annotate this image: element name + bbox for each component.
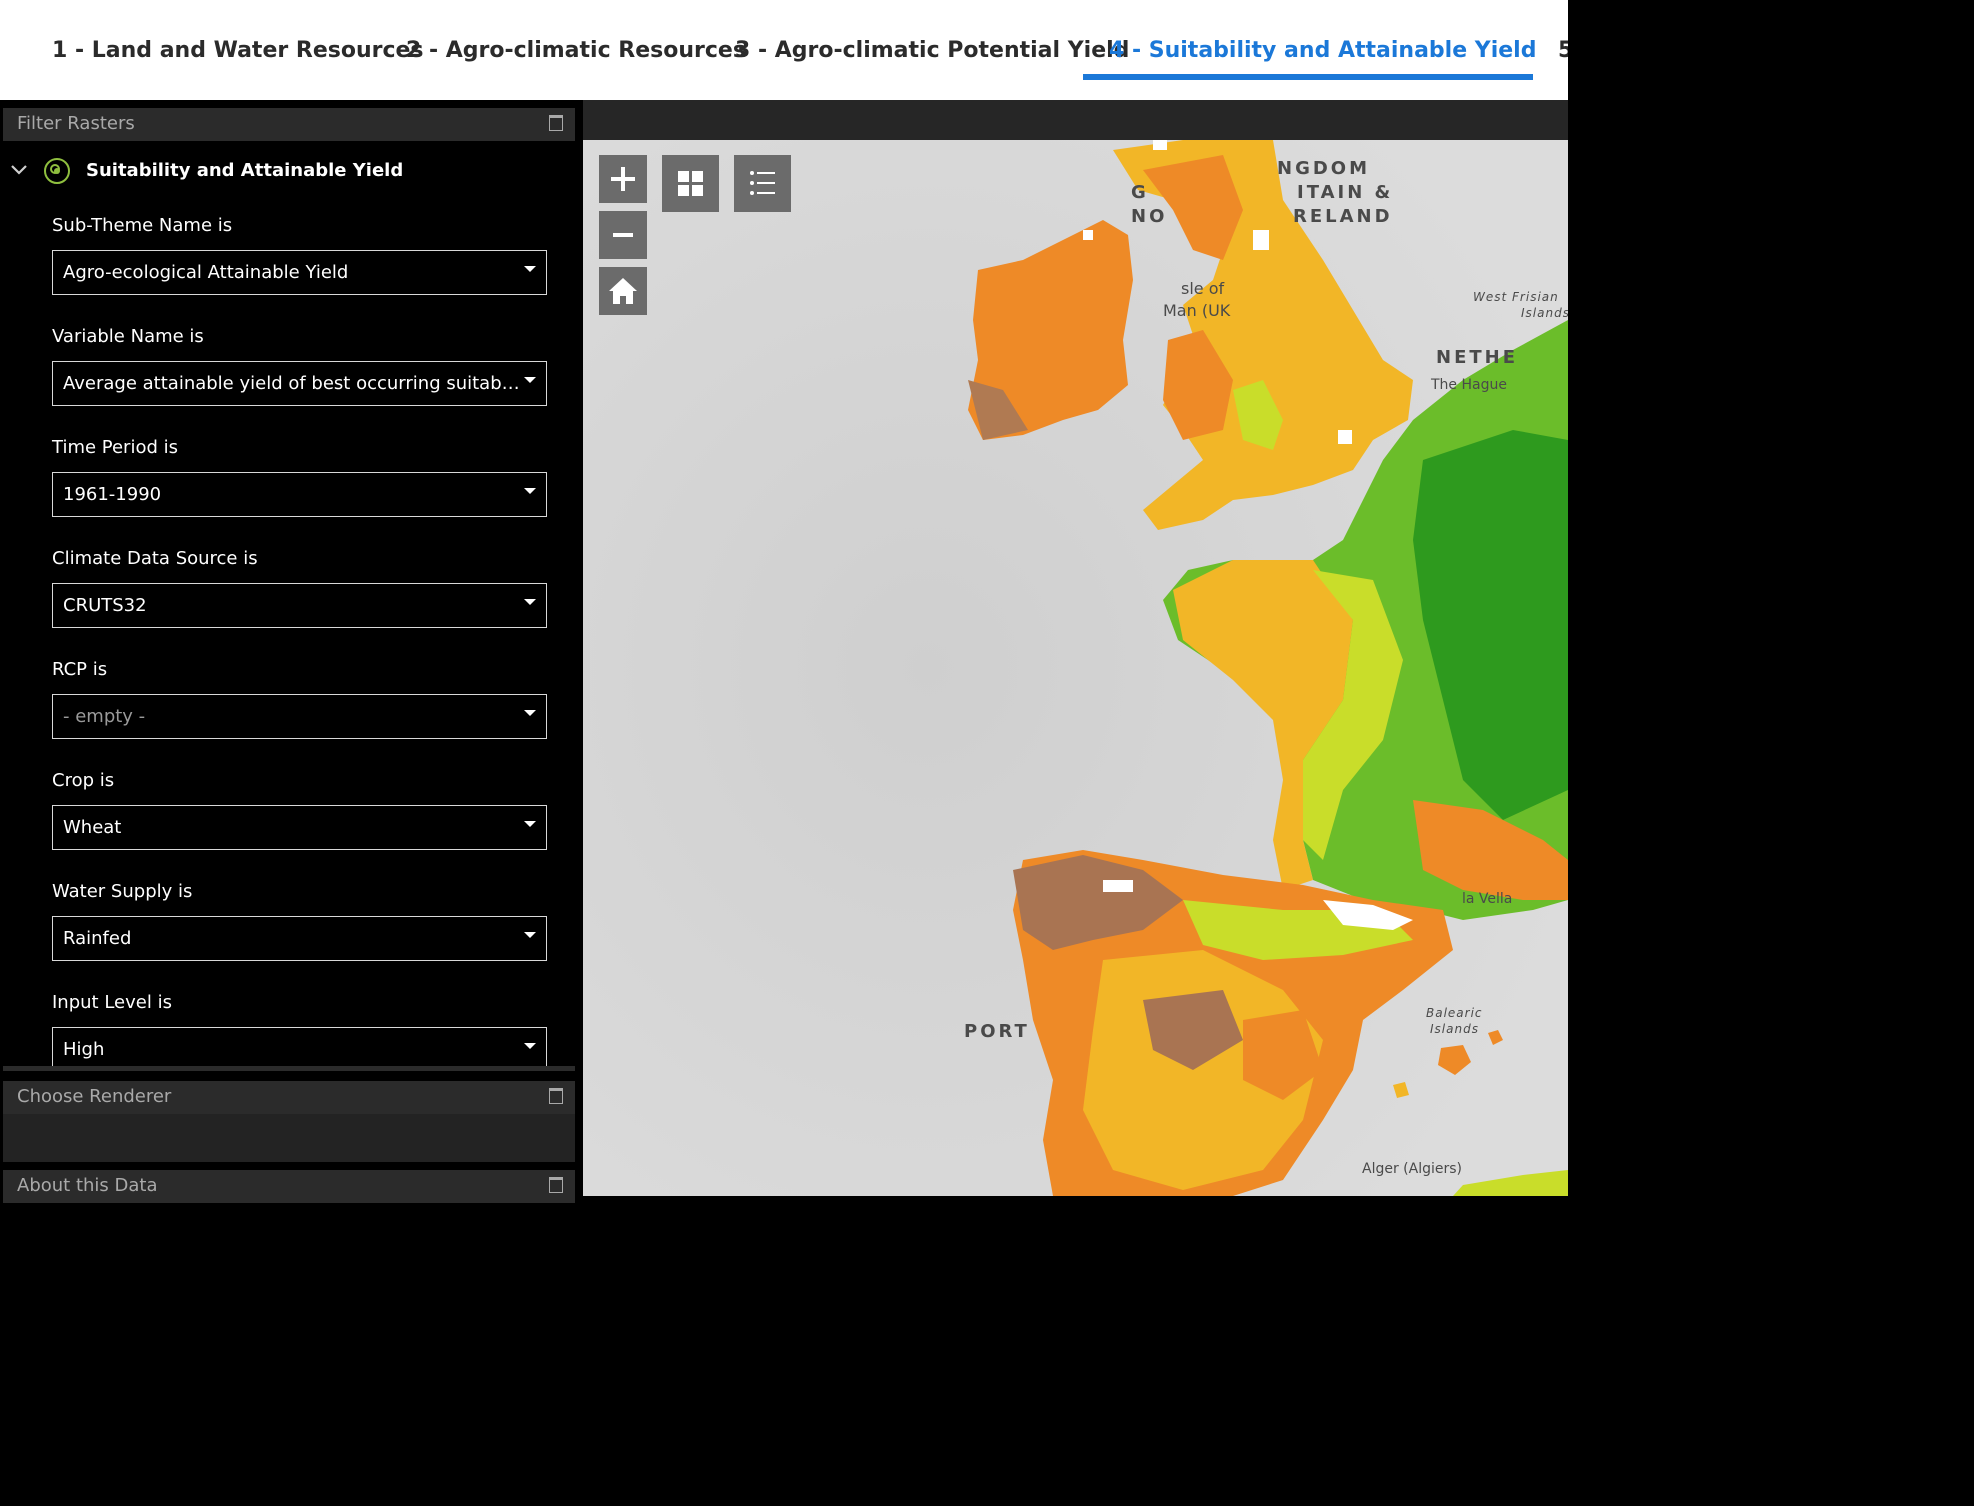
caret-down-icon <box>524 1043 536 1049</box>
filter-rasters-header[interactable]: Filter Rasters <box>3 108 575 141</box>
climate-source-select[interactable]: CRUTS32 <box>52 583 547 628</box>
variable-select[interactable]: Average attainable yield of best occurri… <box>52 361 547 406</box>
basemap-gallery-button[interactable] <box>662 155 719 212</box>
label-united-kingdom-3: RELAND <box>1293 206 1393 227</box>
white-patch <box>1153 140 1167 150</box>
layer-list-button[interactable] <box>734 155 791 212</box>
grid-icon <box>678 171 703 196</box>
label-united-kingdom-2: ITAIN & <box>1297 182 1394 203</box>
plus-icon <box>611 167 635 191</box>
variable-value: Average attainable yield of best occurri… <box>63 373 520 394</box>
white-patch <box>1338 430 1352 444</box>
tab-suitability-attainable-yield[interactable]: 4 - Suitability and Attainable Yield <box>1109 38 1536 63</box>
caret-down-icon <box>524 377 536 383</box>
subtheme-value: Agro-ecological Attainable Yield <box>63 262 349 283</box>
label-uk-left-2: NO <box>1131 206 1168 227</box>
water-supply-value: Rainfed <box>63 928 132 949</box>
target-icon <box>44 158 70 184</box>
choose-renderer-title: Choose Renderer <box>17 1086 172 1107</box>
label-balearic-2: Islands <box>1430 1022 1479 1036</box>
subtheme-select[interactable]: Agro-ecological Attainable Yield <box>52 250 547 295</box>
list-icon <box>750 171 775 195</box>
field-label-rcp: RCP is <box>52 659 108 680</box>
home-button[interactable] <box>599 267 647 315</box>
tab-agro-climatic-potential-yield[interactable]: 3 - Agro-climatic Potential Yield <box>735 38 1129 63</box>
label-portugal: PORT <box>964 1021 1030 1042</box>
caret-down-icon <box>524 266 536 272</box>
map-toolbar <box>583 100 1568 140</box>
choose-renderer-body <box>3 1114 575 1162</box>
caret-down-icon <box>524 932 536 938</box>
input-level-select[interactable]: High <box>52 1027 547 1066</box>
rcp-select[interactable]: - empty - <box>52 694 547 739</box>
maximize-icon[interactable] <box>549 115 563 131</box>
white-patch <box>1253 230 1269 250</box>
field-label-input-level: Input Level is <box>52 992 172 1013</box>
caret-down-icon <box>524 710 536 716</box>
white-patch <box>1103 880 1133 892</box>
map-canvas[interactable] <box>583 140 1568 1196</box>
time-period-value: 1961-1990 <box>63 484 162 505</box>
tab-agro-climatic-resources[interactable]: 2 - Agro-climatic Resources <box>406 38 746 63</box>
maximize-icon[interactable] <box>549 1177 563 1193</box>
map-view[interactable]: NGDOM ITAIN & RELAND G NO sle of Man (UK… <box>583 100 1568 1196</box>
label-the-hague: The Hague <box>1431 377 1507 393</box>
caret-down-icon <box>524 599 536 605</box>
label-la-vella: la Vella <box>1462 891 1513 907</box>
label-isle-of-man-1: sle of <box>1181 279 1225 298</box>
field-label-climate-source: Climate Data Source is <box>52 548 258 569</box>
about-data-title: About this Data <box>17 1175 158 1196</box>
rcp-value: - empty - <box>63 706 146 727</box>
minus-icon <box>613 233 633 237</box>
climate-source-value: CRUTS32 <box>63 595 147 616</box>
field-label-variable: Variable Name is <box>52 326 204 347</box>
home-icon <box>609 278 637 304</box>
zoom-in-button[interactable] <box>599 155 647 203</box>
field-label-crop: Crop is <box>52 770 115 791</box>
zoom-out-button[interactable] <box>599 211 647 259</box>
label-isle-of-man-2: Man (UK <box>1163 301 1231 320</box>
label-united-kingdom-1: NGDOM <box>1277 158 1370 179</box>
field-label-water-supply: Water Supply is <box>52 881 193 902</box>
label-alger: Alger (Algiers) <box>1362 1161 1463 1177</box>
crop-value: Wheat <box>63 817 122 838</box>
caret-down-icon <box>524 488 536 494</box>
filter-rasters-title: Filter Rasters <box>17 113 135 134</box>
chevron-down-icon[interactable] <box>10 158 28 182</box>
maximize-icon[interactable] <box>549 1088 563 1104</box>
input-level-value: High <box>63 1039 105 1060</box>
label-uk-left-1: G <box>1131 182 1149 203</box>
field-label-subtheme: Sub-Theme Name is <box>52 215 233 236</box>
caret-down-icon <box>524 821 536 827</box>
label-netherlands: NETHE <box>1436 347 1518 368</box>
water-supply-select[interactable]: Rainfed <box>52 916 547 961</box>
white-patch <box>1083 230 1093 240</box>
active-tab-indicator <box>1083 74 1533 80</box>
field-label-time-period: Time Period is <box>52 437 178 458</box>
top-tab-bar: 1 - Land and Water Resources 2 - Agro-cl… <box>0 0 1568 100</box>
tab-5[interactable]: 5 <box>1558 38 1568 63</box>
time-period-select[interactable]: 1961-1990 <box>52 472 547 517</box>
about-data-header[interactable]: About this Data <box>3 1170 575 1203</box>
label-west-frisian-1: West Frisian <box>1473 290 1559 304</box>
group-label: Suitability and Attainable Yield <box>86 160 404 181</box>
tab-land-water[interactable]: 1 - Land and Water Resources <box>52 38 424 63</box>
choose-renderer-header[interactable]: Choose Renderer <box>3 1081 575 1114</box>
filter-body: Suitability and Attainable Yield Sub-The… <box>0 140 575 1066</box>
crop-select[interactable]: Wheat <box>52 805 547 850</box>
left-panel: Filter Rasters Suitability and Attainabl… <box>0 100 583 1203</box>
label-west-frisian-2: Islands <box>1521 306 1568 320</box>
panel-scrollbar[interactable] <box>3 1066 575 1071</box>
label-balearic-1: Balearic <box>1426 1006 1483 1020</box>
